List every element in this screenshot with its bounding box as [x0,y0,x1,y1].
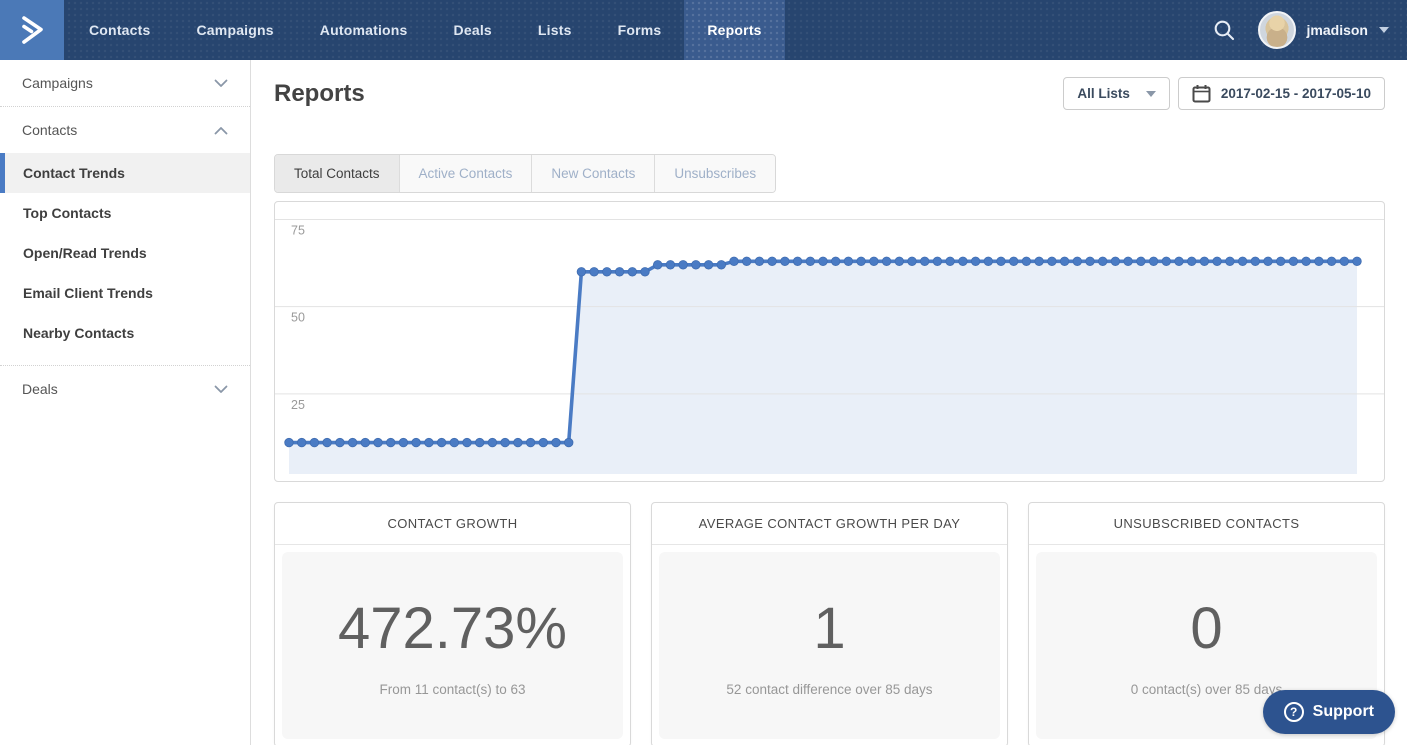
sidebar-section-label: Deals [22,381,58,397]
stat-card-title: AVERAGE CONTACT GROWTH PER DAY [652,503,1007,545]
stat-card-body: 472.73% From 11 contact(s) to 63 [282,552,623,739]
list-filter-value: All Lists [1077,86,1130,101]
stat-card-value: 0 [1190,595,1222,662]
stat-card-title: CONTACT GROWTH [275,503,630,545]
stat-card-subtitle: From 11 contact(s) to 63 [379,682,525,697]
tab-active-contacts[interactable]: Active Contacts [400,155,533,192]
stat-card-value: 1 [813,595,845,662]
chevron-up-icon [214,126,228,135]
sidebar-item-email-client-trends[interactable]: Email Client Trends [0,273,250,313]
sidebar-item-top-contacts[interactable]: Top Contacts [0,193,250,233]
nav-item-automations[interactable]: Automations [297,0,431,60]
main-content: Reports All Lists 2017-02-15 - 2017-05-1… [251,60,1407,745]
sidebar-section-contacts[interactable]: Contacts [0,107,250,153]
caret-down-icon [1379,27,1389,33]
user-name: jmadison [1307,22,1368,38]
report-controls: All Lists 2017-02-15 - 2017-05-10 [1063,77,1385,110]
question-circle-icon: ? [1284,702,1304,722]
nav-item-lists[interactable]: Lists [515,0,595,60]
contacts-line-chart: 25 50 75 [275,202,1384,481]
app-logo[interactable] [0,0,64,60]
stat-card-value: 472.73% [338,595,567,662]
chevron-down-icon [214,385,228,394]
page-title: Reports [274,80,365,108]
sidebar-section-label: Contacts [22,122,77,138]
sidebar-section-campaigns[interactable]: Campaigns [0,60,250,106]
page-header: Reports All Lists 2017-02-15 - 2017-05-1… [274,77,1385,110]
sidebar-item-contact-trends[interactable]: Contact Trends [0,153,250,193]
tab-total-contacts[interactable]: Total Contacts [275,155,400,192]
contact-trends-chart-card: 25 50 75 [274,201,1385,482]
top-navbar: Contacts Campaigns Automations Deals Lis… [0,0,1407,60]
avatar [1258,11,1296,49]
nav-item-forms[interactable]: Forms [595,0,685,60]
sidebar-section-deals[interactable]: Deals [0,366,250,412]
search-button[interactable] [1213,19,1236,42]
nav-item-deals[interactable]: Deals [431,0,515,60]
stat-card-subtitle: 52 contact difference over 85 days [726,682,932,697]
stat-card-body: 1 52 contact difference over 85 days [659,552,1000,739]
support-label: Support [1313,703,1374,721]
date-range-value: 2017-02-15 - 2017-05-10 [1221,86,1371,101]
sidebar-section-label: Campaigns [22,75,93,91]
list-filter-dropdown[interactable]: All Lists [1063,77,1170,110]
stat-card-average-growth: AVERAGE CONTACT GROWTH PER DAY 1 52 cont… [651,502,1008,745]
stat-cards-row: CONTACT GROWTH 472.73% From 11 contact(s… [274,502,1385,745]
chevron-down-icon [214,79,228,88]
calendar-icon [1192,84,1211,103]
stat-card-subtitle: 0 contact(s) over 85 days [1131,682,1283,697]
navbar-right: jmadison [1213,0,1407,60]
user-menu[interactable]: jmadison [1258,11,1389,49]
sidebar-spacer [0,353,250,365]
logo-chevron-icon [15,13,49,47]
sidebar-item-open-read-trends[interactable]: Open/Read Trends [0,233,250,273]
nav-item-campaigns[interactable]: Campaigns [174,0,297,60]
nav-item-contacts[interactable]: Contacts [66,0,174,60]
svg-text:25: 25 [291,398,305,412]
svg-text:50: 50 [291,311,305,325]
contacts-report-tabs: Total Contacts Active Contacts New Conta… [274,154,776,193]
support-button[interactable]: ? Support [1263,690,1395,734]
svg-text:75: 75 [291,223,305,237]
nav-item-reports[interactable]: Reports [684,0,784,60]
caret-down-icon [1146,91,1156,97]
tab-new-contacts[interactable]: New Contacts [532,155,655,192]
date-range-picker[interactable]: 2017-02-15 - 2017-05-10 [1178,77,1385,110]
stat-card-title: UNSUBSCRIBED CONTACTS [1029,503,1384,545]
reports-sidebar: Campaigns Contacts Contact Trends Top Co… [0,60,251,745]
primary-nav: Contacts Campaigns Automations Deals Lis… [66,0,785,60]
stat-card-contact-growth: CONTACT GROWTH 472.73% From 11 contact(s… [274,502,631,745]
search-icon [1213,19,1236,42]
sidebar-item-nearby-contacts[interactable]: Nearby Contacts [0,313,250,353]
tab-unsubscribes[interactable]: Unsubscribes [655,155,775,192]
